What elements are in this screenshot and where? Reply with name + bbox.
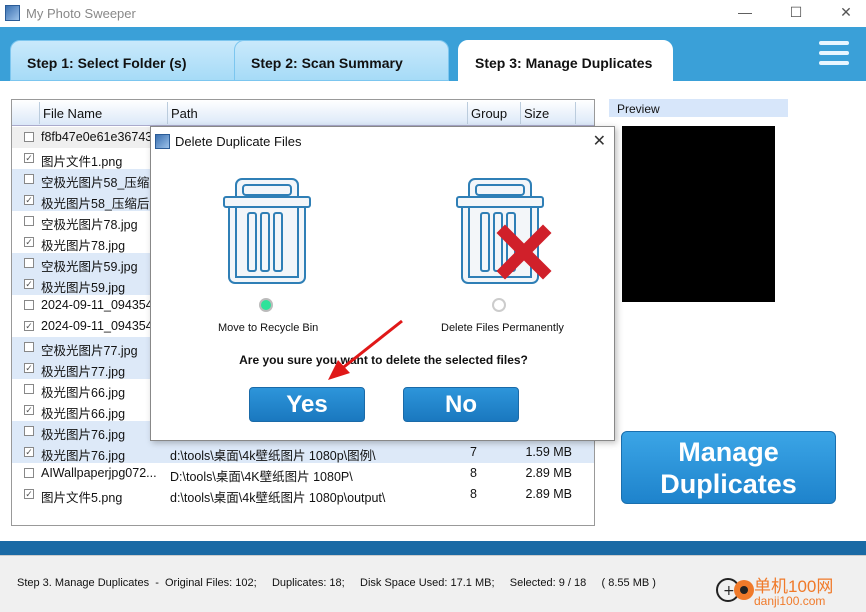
row-file-name: 图片文件1.png xyxy=(41,155,123,169)
row-checkbox[interactable]: ✓ xyxy=(24,279,34,289)
row-path: d:\tools\桌面\4k壁纸图片 1080p\图例\ xyxy=(170,449,376,463)
recycle-bin-icon[interactable] xyxy=(222,177,312,287)
yes-button[interactable]: Yes xyxy=(249,387,365,422)
recycle-bin-label[interactable]: Move to Recycle Bin xyxy=(218,322,318,334)
row-path: d:\tools\桌面\4k壁纸图片 1080p\output\ xyxy=(170,491,386,505)
row-checkbox[interactable]: ✓ xyxy=(24,447,34,457)
row-file-name: 极光图片58_压缩后.j xyxy=(41,197,156,211)
no-button[interactable]: No xyxy=(403,387,519,422)
row-file-name: 极光图片78.jpg xyxy=(41,239,126,253)
row-checkbox[interactable] xyxy=(24,468,34,478)
row-group: 8 xyxy=(470,487,477,501)
row-checkbox[interactable]: ✓ xyxy=(24,363,34,373)
manage-button-line1: Manage xyxy=(678,437,779,467)
row-checkbox[interactable]: ✓ xyxy=(24,489,34,499)
tab-manage-duplicates[interactable]: Step 3: Manage Duplicates xyxy=(458,40,673,81)
row-group: 8 xyxy=(470,466,477,480)
row-checkbox[interactable]: ✓ xyxy=(24,405,34,415)
manage-button-line2: Duplicates xyxy=(660,469,797,499)
recycle-bin-radio[interactable] xyxy=(259,298,273,312)
row-file-name: 图片文件5.png xyxy=(41,491,123,505)
app-icon xyxy=(5,5,20,21)
row-file-name: 2024-09-11_094354 xyxy=(41,319,153,333)
row-file-name: 空极光图片78.jpg xyxy=(41,218,138,232)
status-text: Step 3. Manage Duplicates - Original Fil… xyxy=(17,577,656,589)
delete-permanently-radio[interactable] xyxy=(492,298,506,312)
title-bar: My Photo Sweeper — ☐ ✕ xyxy=(0,0,866,27)
row-file-name: 极光图片66.jpg xyxy=(41,386,126,400)
dialog-app-icon xyxy=(155,134,170,149)
column-path[interactable]: Path xyxy=(171,106,198,121)
preview-pane xyxy=(622,126,775,302)
svg-text:+: + xyxy=(723,583,735,599)
maximize-button[interactable]: ☐ xyxy=(781,4,811,21)
close-button[interactable]: ✕ xyxy=(831,4,861,21)
table-row[interactable]: AIWallpaperjpg072... D:\tools\桌面\4K壁纸图片 … xyxy=(12,463,594,484)
watermark-logo-icon: + xyxy=(716,578,754,602)
row-checkbox[interactable] xyxy=(24,132,34,142)
row-checkbox[interactable] xyxy=(24,216,34,226)
row-checkbox[interactable]: ✓ xyxy=(24,195,34,205)
row-file-name: 极光图片59.jpg xyxy=(41,281,126,295)
list-header: File Name Path Group Size xyxy=(12,100,594,126)
row-file-name: 极光图片76.jpg xyxy=(41,428,126,442)
preview-label: Preview xyxy=(609,99,788,117)
delete-permanently-label[interactable]: Delete Files Permanently xyxy=(441,322,564,334)
column-size[interactable]: Size xyxy=(524,106,549,121)
row-file-name: 极光图片77.jpg xyxy=(41,365,126,379)
permanent-delete-icon[interactable] xyxy=(455,177,555,287)
row-file-name: 2024-09-11_094354 xyxy=(41,298,153,312)
row-file-name: f8fb47e0e61e36743 xyxy=(41,130,153,144)
column-group[interactable]: Group xyxy=(471,106,507,121)
dialog-title: Delete Duplicate Files xyxy=(175,134,302,149)
watermark-url: danji100.com xyxy=(754,594,826,608)
row-checkbox[interactable] xyxy=(24,342,34,352)
row-size: 2.89 MB xyxy=(525,487,572,501)
watermark-logo: + 单机100网 danji100.com xyxy=(714,566,833,609)
column-file-name[interactable]: File Name xyxy=(43,106,102,121)
divider-bar xyxy=(0,541,866,555)
row-path: D:\tools\桌面\4K壁纸图片 1080P\ xyxy=(170,470,353,484)
row-checkbox[interactable] xyxy=(24,426,34,436)
red-arrow-annotation xyxy=(328,319,403,380)
table-row[interactable]: ✓ 图片文件5.png d:\tools\桌面\4k壁纸图片 1080p\out… xyxy=(12,484,594,505)
row-size: 1.59 MB xyxy=(525,445,572,459)
row-file-name: 空极光图片77.jpg xyxy=(41,344,138,358)
row-checkbox[interactable] xyxy=(24,258,34,268)
row-checkbox[interactable]: ✓ xyxy=(24,237,34,247)
window-title: My Photo Sweeper xyxy=(26,6,136,21)
row-checkbox[interactable]: ✓ xyxy=(24,321,34,331)
dialog-close-button[interactable]: ✕ xyxy=(593,131,606,151)
hamburger-menu-icon[interactable] xyxy=(819,41,849,67)
tab-select-folder[interactable]: Step 1: Select Folder (s) xyxy=(10,40,253,81)
tab-scan-summary[interactable]: Step 2: Scan Summary xyxy=(234,40,449,81)
tab-bar: Step 1: Select Folder (s) Step 2: Scan S… xyxy=(0,27,866,81)
row-file-name: 极光图片66.jpg xyxy=(41,407,126,421)
manage-duplicates-button[interactable]: Manage Duplicates xyxy=(621,431,836,504)
row-checkbox[interactable] xyxy=(24,384,34,394)
row-file-name: 空极光图片59.jpg xyxy=(41,260,138,274)
row-group: 7 xyxy=(470,445,477,459)
row-file-name: 空极光图片58_压缩后 xyxy=(41,176,162,190)
minimize-button[interactable]: — xyxy=(730,4,760,20)
row-checkbox[interactable] xyxy=(24,174,34,184)
table-row[interactable]: ✓ 极光图片76.jpg d:\tools\桌面\4k壁纸图片 1080p\图例… xyxy=(12,442,594,463)
row-file-name: AIWallpaperjpg072... xyxy=(41,466,157,480)
row-size: 2.89 MB xyxy=(525,466,572,480)
row-file-name: 极光图片76.jpg xyxy=(41,449,126,463)
row-checkbox[interactable]: ✓ xyxy=(24,153,34,163)
delete-dialog: Delete Duplicate Files ✕ Move to Recycle… xyxy=(150,126,615,441)
row-checkbox[interactable] xyxy=(24,300,34,310)
